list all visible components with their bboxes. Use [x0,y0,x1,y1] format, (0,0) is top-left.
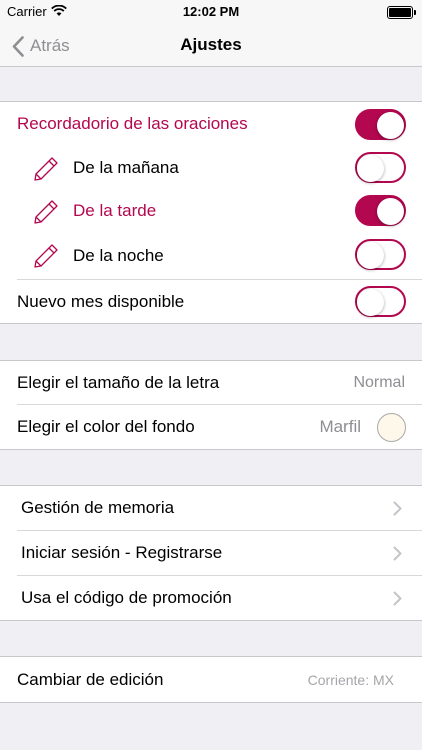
background-color-value: Marfil [319,417,361,436]
chevron-right-icon [393,576,402,620]
reminder-night-toggle[interactable] [355,239,406,270]
promo-code-row[interactable]: Usa el código de promoción [0,576,422,620]
reminders-section: Recordadorio de las oraciones De la maña… [0,101,422,324]
new-month-label: Nuevo mes disponible [17,291,185,311]
memory-management-row[interactable]: Gestión de memoria [0,486,422,530]
clock: 12:02 PM [182,4,240,19]
reminder-main-row: Recordadorio de las oraciones [0,102,422,146]
font-size-value: Normal [353,373,405,391]
background-color-row[interactable]: Elegir el color del fondo Marfil [0,405,422,449]
reminder-afternoon-toggle[interactable] [355,195,406,226]
reminder-afternoon-label: De la tarde [73,200,157,220]
font-size-label: Elegir el tamaño de la letra [17,372,220,392]
edition-value: Corriente: MX [307,671,394,688]
reminder-night-label: De la noche [73,245,164,265]
new-month-toggle[interactable] [355,286,406,317]
pencil-icon[interactable] [32,242,60,275]
reminder-main-toggle[interactable] [355,109,406,140]
battery-icon [387,6,416,19]
new-month-row: Nuevo mes disponible [0,280,422,323]
reminder-morning-label: De la mañana [73,157,179,177]
pencil-icon[interactable] [32,198,60,231]
chevron-right-icon [393,531,402,575]
login-register-label: Iniciar sesión - Registrarse [21,543,223,562]
navigation-bar: Atrás Ajustes [0,26,422,67]
font-size-row[interactable]: Elegir el tamaño de la letra Normal [0,361,422,404]
chevron-right-icon [393,486,402,530]
reminder-main-label: Recordadorio de las oraciones [17,114,248,133]
reminder-morning-toggle[interactable] [355,152,406,183]
background-color-label: Elegir el color del fondo [17,417,195,436]
page-title: Ajustes [180,35,242,54]
status-bar: Carrier 12:02 PM [0,0,422,26]
color-swatch[interactable] [377,413,406,442]
edition-row[interactable]: Cambiar de edición Corriente: MX [0,657,422,702]
login-register-row[interactable]: Iniciar sesión - Registrarse [0,531,422,575]
appearance-section: Elegir el tamaño de la letra Normal Eleg… [0,360,422,450]
pencil-icon[interactable] [32,155,60,188]
edition-label: Cambiar de edición [17,669,164,689]
account-section: Gestión de memoria Iniciar sesión - Regi… [0,485,422,621]
memory-management-label: Gestión de memoria [21,498,175,517]
edition-section: Cambiar de edición Corriente: MX [0,656,422,703]
reminder-morning-row: De la mañana [0,146,422,189]
reminder-night-row: De la noche [0,232,422,279]
promo-code-label: Usa el código de promoción [21,588,232,607]
reminder-afternoon-row: De la tarde [0,189,422,232]
